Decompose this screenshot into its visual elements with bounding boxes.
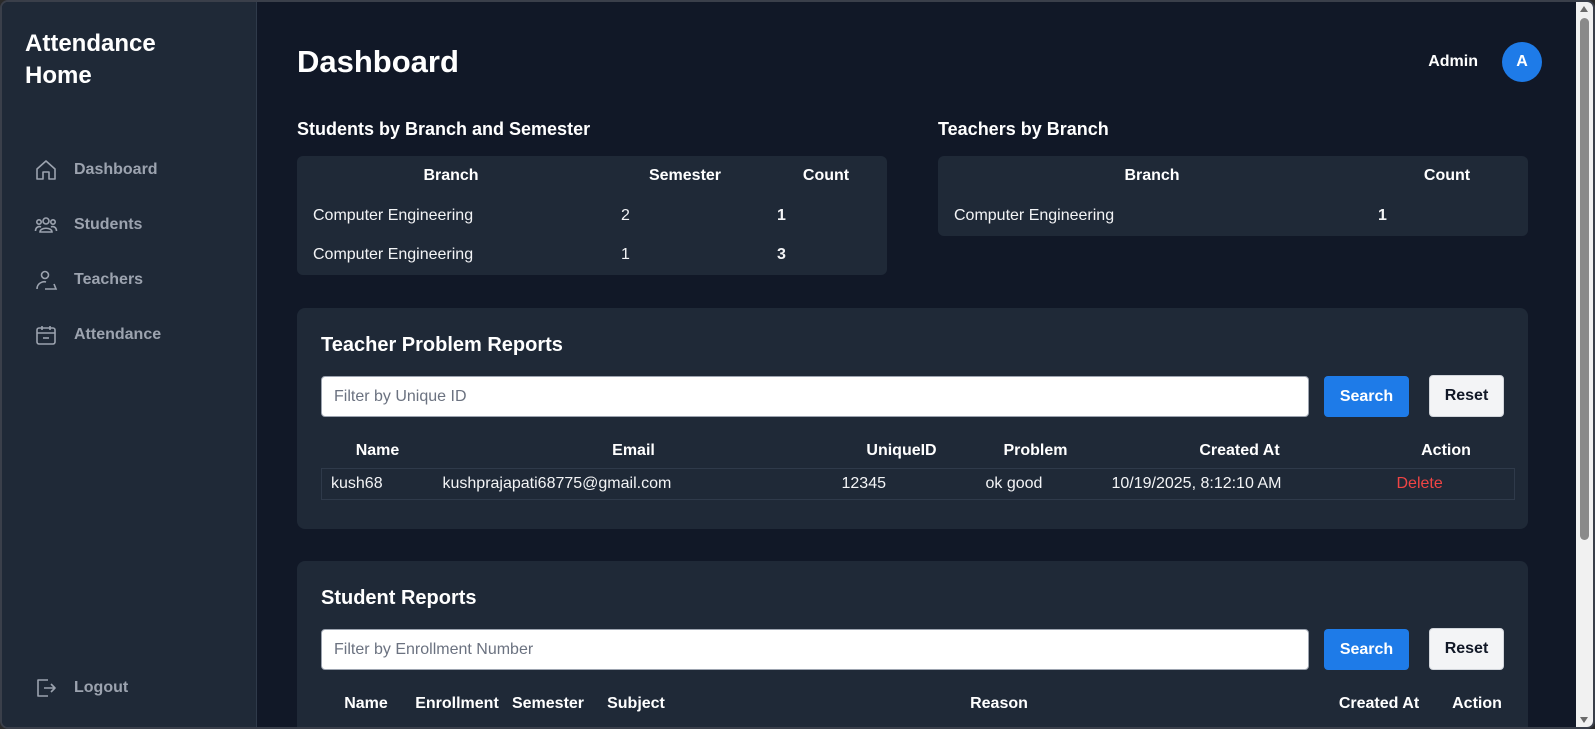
cell-name: kush68 — [331, 474, 383, 492]
student-reports-panel: Student Reports Search Reset Name Enroll… — [297, 561, 1528, 727]
cell-branch: Computer Engineering — [313, 206, 474, 224]
table-row: Computer Engineering 2 1 — [297, 196, 887, 235]
column-header: Name — [355, 441, 400, 459]
user-name: Admin — [1428, 53, 1478, 70]
table-header-row: Name Enrollment Semester Subject Reason … — [321, 687, 1515, 721]
cell-unique-id: 12345 — [841, 474, 887, 492]
cell-count: 3 — [777, 245, 786, 263]
sidebar-item-label: Attendance — [74, 325, 162, 343]
cell-semester: 2 — [621, 206, 630, 224]
cell-created-at: 10/19/2025, 8:12:10 AM — [1111, 474, 1282, 492]
sidebar-item-dashboard[interactable]: Dashboard — [2, 142, 256, 197]
student-reports-table: Name Enrollment Semester Subject Reason … — [321, 687, 1515, 721]
column-header: Action — [1421, 441, 1471, 459]
scroll-down-arrow-icon[interactable] — [1580, 717, 1588, 723]
column-header: Name — [344, 695, 388, 712]
teacher-reset-button[interactable]: Reset — [1429, 375, 1504, 417]
home-icon — [36, 159, 56, 180]
logout-label: Logout — [74, 678, 129, 696]
calendar-icon — [36, 325, 56, 345]
app-window: Attendance Home Dashboard Students Teach… — [0, 0, 1595, 729]
teacher-reports-title: Teacher Problem Reports — [321, 334, 563, 356]
table-row: Computer Engineering 1 — [938, 196, 1528, 235]
page-title: Dashboard — [297, 44, 459, 79]
column-header: Reason — [970, 695, 1028, 712]
cell-count: 1 — [777, 206, 786, 224]
sidebar-nav: Dashboard Students Teachers Attendance — [2, 142, 256, 362]
student-search-button[interactable]: Search — [1324, 629, 1409, 670]
column-header: Count — [1423, 167, 1471, 184]
teacher-reports-panel: Teacher Problem Reports Search Reset Nam… — [297, 308, 1528, 529]
student-reset-button[interactable]: Reset — [1429, 628, 1504, 670]
column-header: Email — [612, 441, 655, 459]
column-header: Branch — [1124, 167, 1180, 184]
sidebar-item-students[interactable]: Students — [2, 197, 256, 252]
teachers-by-branch-table: Branch Count Computer Engineering 1 — [938, 156, 1528, 236]
table-header-row: Branch Semester Count — [297, 156, 887, 196]
logout-button[interactable]: Logout — [2, 660, 256, 715]
column-header: Action — [1452, 695, 1502, 712]
cell-branch: Computer Engineering — [313, 245, 474, 263]
logout-icon — [37, 678, 56, 697]
column-header: UniqueID — [866, 441, 937, 459]
teacher-icon — [36, 270, 58, 290]
column-header: Created At — [1199, 441, 1280, 459]
vertical-scrollbar[interactable] — [1576, 2, 1593, 727]
column-header: Semester — [648, 167, 722, 184]
student-reports-title: Student Reports — [321, 587, 477, 609]
sidebar-item-label: Dashboard — [74, 160, 158, 178]
column-header: Created At — [1338, 695, 1420, 712]
brand-title: Attendance Home — [25, 30, 156, 89]
sidebar-item-teachers[interactable]: Teachers — [2, 252, 256, 307]
cell-problem: ok good — [985, 474, 1043, 492]
sidebar: Attendance Home Dashboard Students Teach… — [2, 2, 257, 727]
table-row: kush68 kushprajapati68775@gmail.com 1234… — [321, 468, 1515, 499]
students-by-branch-title: Students by Branch and Semester — [297, 119, 591, 139]
table-header-row: Name Email UniqueID Problem Created At A… — [322, 434, 1515, 468]
sidebar-item-label: Students — [74, 215, 143, 233]
table-row: Computer Engineering 1 3 — [297, 235, 887, 274]
enrollment-filter-input[interactable] — [321, 629, 1309, 670]
column-header: Problem — [1003, 441, 1068, 459]
main-content: Dashboard Admin A Students by Branch and… — [257, 2, 1552, 727]
sidebar-item-label: Teachers — [74, 270, 144, 288]
table-header-row: Branch Count — [938, 156, 1528, 196]
avatar[interactable]: A — [1502, 42, 1542, 82]
students-by-branch-table: Branch Semester Count Computer Engineeri… — [297, 156, 887, 275]
cell-semester: 1 — [621, 245, 630, 263]
users-icon — [34, 216, 58, 233]
column-header: Count — [802, 167, 850, 184]
user-menu[interactable]: Admin A — [1428, 42, 1542, 82]
delete-link[interactable]: Delete — [1378, 468, 1515, 499]
sidebar-item-attendance[interactable]: Attendance — [2, 307, 256, 362]
teacher-search-button[interactable]: Search — [1324, 376, 1409, 417]
teachers-by-branch-title: Teachers by Branch — [938, 119, 1109, 139]
unique-id-filter-input[interactable] — [321, 376, 1309, 417]
column-header: Branch — [423, 167, 479, 184]
column-header: Enrollment — [415, 695, 499, 712]
column-header: Semester — [511, 695, 585, 712]
scroll-thumb[interactable] — [1580, 18, 1589, 540]
cell-count: 1 — [1378, 206, 1387, 224]
scroll-up-arrow-icon[interactable] — [1580, 6, 1588, 12]
column-header: Subject — [607, 695, 665, 712]
cell-branch: Computer Engineering — [954, 206, 1115, 224]
cell-email: kushprajapati68775@gmail.com — [442, 474, 672, 492]
teacher-reports-table: Name Email UniqueID Problem Created At A… — [321, 434, 1515, 500]
